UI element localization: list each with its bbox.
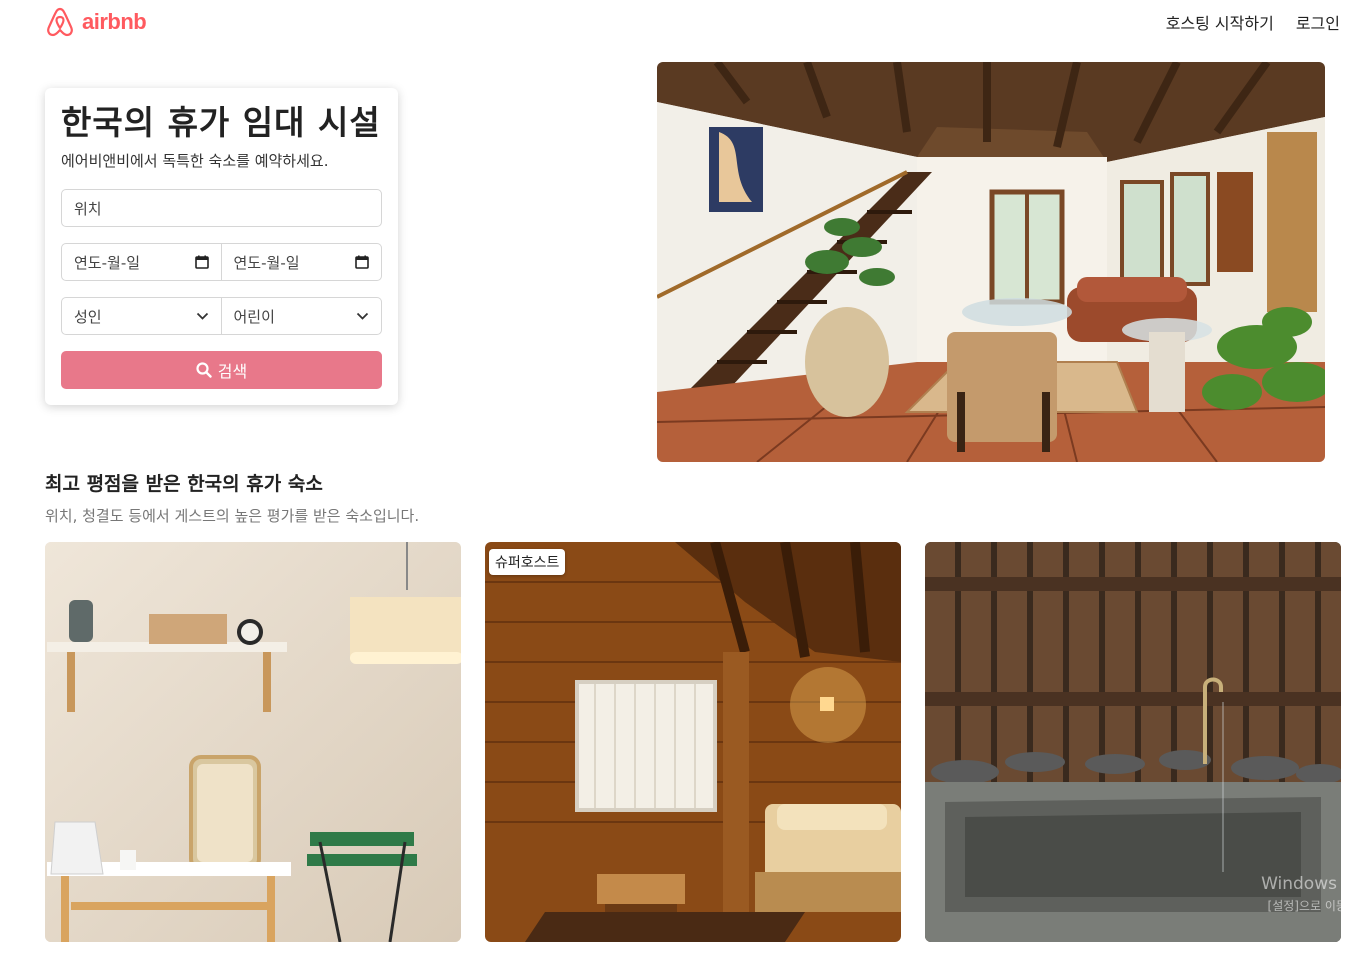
adults-select[interactable]: 성인 xyxy=(61,297,222,335)
location-placeholder: 위치 xyxy=(74,199,102,218)
guest-selectors: 성인 어린이 xyxy=(61,297,382,335)
checkin-placeholder: 연도-월-일 xyxy=(74,253,141,272)
top-nav: 호스팅 시작하기 로그인 xyxy=(1166,10,1340,34)
top-header: airbnb 호스팅 시작하기 로그인 xyxy=(0,0,1358,44)
listing-photo xyxy=(45,542,461,942)
search-card: 한국의 휴가 임대 시설 에어비앤비에서 독특한 숙소를 예약하세요. 위치 연… xyxy=(45,88,398,405)
airbnb-logo[interactable]: airbnb xyxy=(44,6,147,38)
chevron-down-icon xyxy=(356,312,369,320)
date-range: 연도-월-일 연도-월-일 xyxy=(61,243,382,281)
hero-image xyxy=(657,62,1325,462)
children-select[interactable]: 어린이 xyxy=(221,297,382,335)
section-title: 최고 평점을 받은 한국의 휴가 숙소 xyxy=(45,473,323,495)
section-subtitle: 위치, 청결도 등에서 게스트의 높은 평가를 받은 숙소입니다. xyxy=(45,507,420,525)
page-title: 한국의 휴가 임대 시설 xyxy=(61,103,381,142)
children-label: 어린이 xyxy=(233,307,275,326)
checkout-date-input[interactable]: 연도-월-일 xyxy=(221,243,382,281)
calendar-icon[interactable] xyxy=(194,255,209,269)
calendar-icon[interactable] xyxy=(355,255,369,269)
watermark-line2: [설정]으로 이동하 xyxy=(1267,899,1358,913)
search-button[interactable]: 검색 xyxy=(61,351,382,389)
page-subtitle: 에어비앤비에서 독특한 숙소를 예약하세요. xyxy=(61,152,329,170)
listing-card[interactable]: 슈퍼호스트 xyxy=(485,542,901,942)
search-icon xyxy=(196,362,212,378)
listing-card[interactable] xyxy=(45,542,461,942)
logo-text: airbnb xyxy=(82,9,147,34)
adults-label: 성인 xyxy=(74,307,102,326)
location-input[interactable]: 위치 xyxy=(61,189,382,227)
airbnb-logo-icon xyxy=(47,7,73,37)
checkout-placeholder: 연도-월-일 xyxy=(233,253,300,272)
start-hosting-link[interactable]: 호스팅 시작하기 xyxy=(1166,10,1274,34)
watermark-line1: Windows 정 xyxy=(1261,874,1358,894)
chevron-down-icon xyxy=(196,312,208,320)
listing-photo xyxy=(485,542,901,942)
superhost-badge: 슈퍼호스트 xyxy=(489,549,566,575)
login-link[interactable]: 로그인 xyxy=(1296,10,1340,34)
search-button-label: 검색 xyxy=(217,362,248,381)
windows-activation-watermark: Windows 정 [설정]으로 이동하 xyxy=(1261,873,1358,917)
checkin-date-input[interactable]: 연도-월-일 xyxy=(61,243,222,281)
